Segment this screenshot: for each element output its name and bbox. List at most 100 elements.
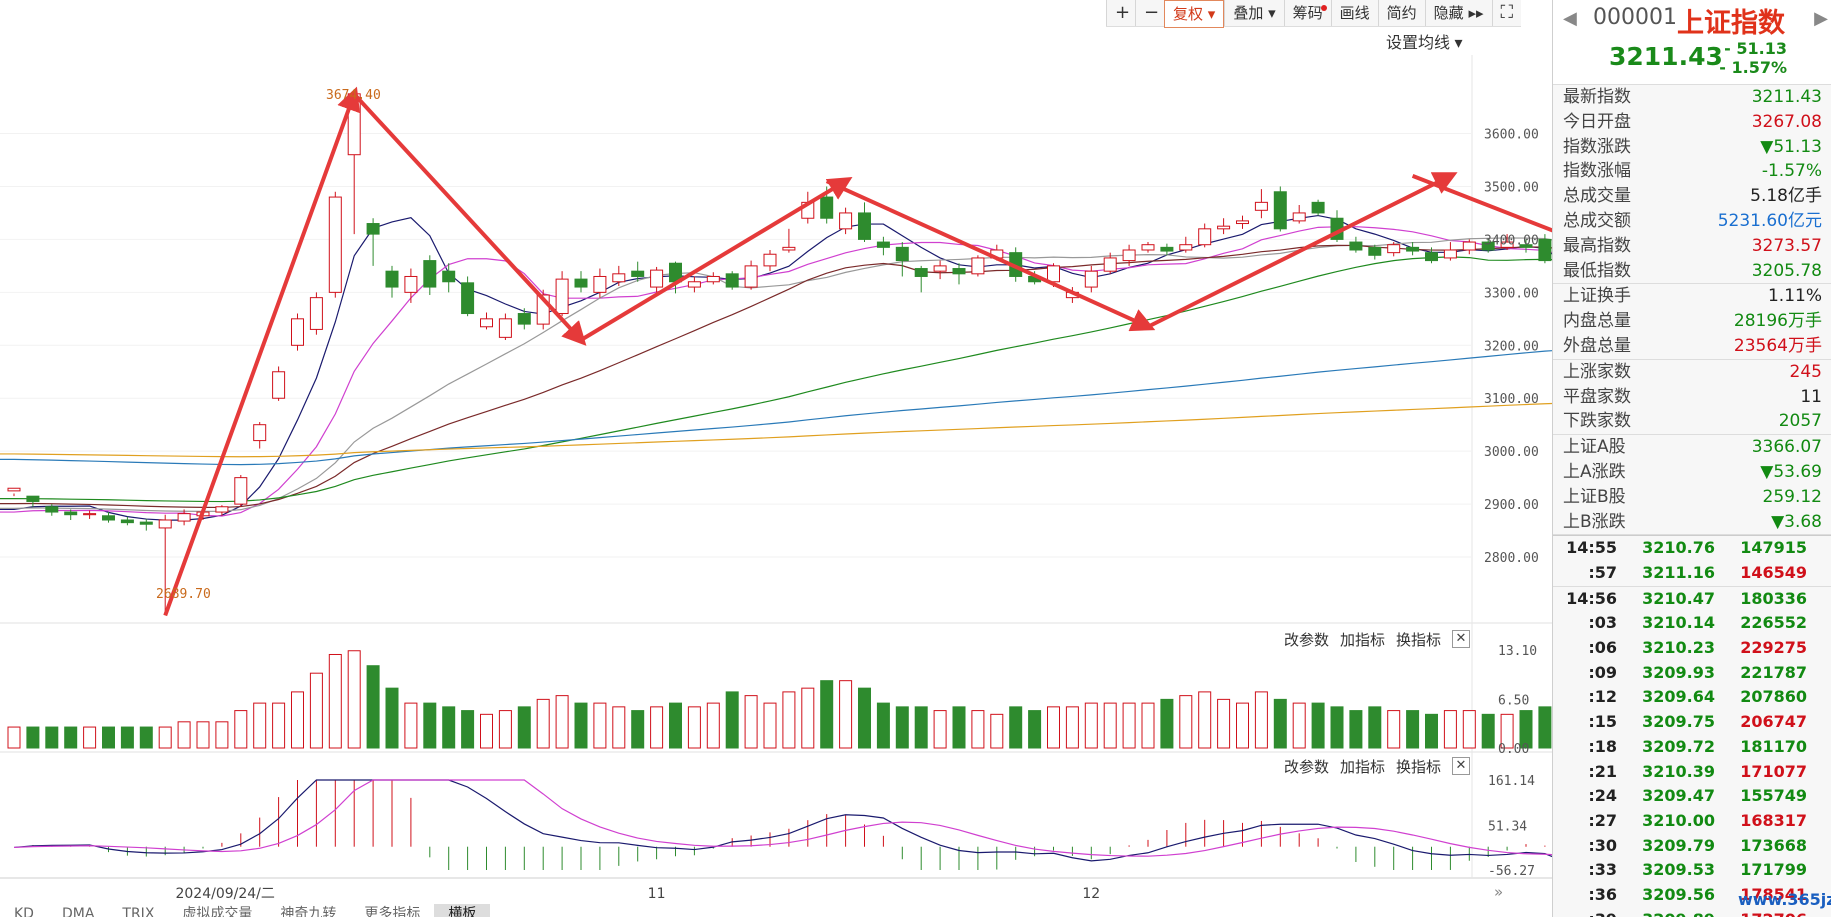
volume-bar	[26, 726, 40, 749]
current-price: 3211.43	[1609, 42, 1723, 71]
vol-close-icon[interactable]: ✕	[1452, 630, 1470, 648]
candle-body	[706, 275, 720, 283]
volume-bar	[177, 721, 191, 749]
candle-body	[858, 212, 871, 240]
volume-bar	[404, 702, 418, 749]
watermark: www.365jz.com	[1738, 890, 1831, 909]
candle-body	[971, 257, 985, 275]
tick-price: 3210.76	[1642, 538, 1715, 558]
tick-volume: 146549	[1740, 563, 1807, 583]
candle-body	[177, 513, 191, 522]
price-change: - 51.13 - 1.57%	[1717, 39, 1787, 77]
candle-body	[45, 506, 59, 513]
prev-stock-icon[interactable]: ◀	[1563, 8, 1577, 29]
volume-bar	[555, 695, 569, 749]
volume-bar	[612, 706, 626, 749]
tick-price: 3209.79	[1642, 835, 1715, 855]
change-value: - 51.13	[1724, 39, 1787, 58]
candle-body	[876, 241, 890, 248]
candle-body	[725, 273, 739, 288]
price-tick-label: 3200.00	[1484, 339, 1539, 354]
candle-body	[1292, 212, 1306, 222]
tick-list[interactable]: 14:55 3210.76 147915:57 3211.16 146549 14:56 3…	[1553, 535, 1831, 917]
vol-switch-indicator-button[interactable]: 换指标	[1396, 629, 1441, 650]
tick-volume: 181170	[1740, 736, 1807, 756]
macd-switch-indicator-button[interactable]: 换指标	[1396, 756, 1441, 777]
tab-dma[interactable]: DMA	[48, 904, 108, 917]
quote-row-label: 内盘总量	[1563, 311, 1631, 332]
vol-change-params-button[interactable]: 改参数	[1284, 629, 1329, 650]
macd-change-params-button[interactable]: 改参数	[1284, 756, 1329, 777]
volume-bar	[461, 710, 475, 749]
quote-row: 最低指数 3205.78	[1553, 259, 1831, 284]
quote-row-value: ▼51.13	[1760, 136, 1822, 157]
tick-price: 3211.16	[1642, 563, 1715, 583]
scroll-right-icon[interactable]: »	[1494, 883, 1503, 901]
tab-kd[interactable]: KD	[0, 904, 48, 917]
volume-bar	[385, 687, 399, 749]
stock-code: 000001	[1593, 5, 1677, 30]
candle-body	[1368, 246, 1382, 256]
quote-row: 今日开盘 3267.08	[1553, 110, 1831, 135]
candle-body	[574, 278, 588, 288]
candle-body	[234, 477, 248, 505]
kline-chart[interactable]: 设置均线 ▾ 3674.40 2689.70 3600.00 3500.00 340…	[0, 0, 1552, 917]
volume-bar	[1009, 706, 1023, 749]
volume-bar	[876, 702, 890, 749]
volume-bar	[1254, 691, 1268, 749]
quote-row: 指数涨幅 -1.57%	[1553, 159, 1831, 184]
quote-row: 上涨家数 245	[1553, 360, 1831, 385]
tick-price: 3210.00	[1642, 810, 1715, 830]
quote-row-value: 5231.60亿元	[1717, 210, 1822, 231]
quote-row-label: 指数涨跌	[1563, 136, 1631, 157]
quote-group: 最新指数 3211.43 今日开盘 3267.08 指数涨跌 ▼51.13 指数涨幅 -1.5…	[1553, 85, 1831, 285]
volume-bar	[517, 706, 531, 749]
volume-bar	[1387, 710, 1401, 749]
quote-header: ◀ 000001 上证指数 ▶ 3211.43 - 51.13 - 1.57%	[1553, 0, 1831, 85]
quote-row-label: 今日开盘	[1563, 111, 1631, 132]
candle-body	[291, 318, 304, 346]
next-stock-icon[interactable]: ▶	[1814, 8, 1828, 29]
quote-row: 上证换手 1.11%	[1553, 284, 1831, 309]
quote-row: 最高指数 3273.57	[1553, 234, 1831, 259]
tick-time: :03	[1588, 613, 1617, 633]
candle-body	[139, 521, 153, 525]
quote-row-value: ▼53.69	[1760, 461, 1822, 482]
volume-bar	[366, 665, 380, 749]
quote-row: 下跌家数 2057	[1553, 409, 1831, 434]
quote-stats: 最新指数 3211.43 今日开盘 3267.08 指数涨跌 ▼51.13 指数涨幅 -1.5…	[1553, 85, 1831, 536]
candle-body	[612, 273, 626, 283]
tab-more-indicators[interactable]: 更多指标	[350, 904, 434, 917]
candle-body	[272, 371, 286, 399]
quote-row: 上A涨跌 ▼53.69	[1553, 460, 1831, 485]
tick-volume: 207860	[1740, 687, 1807, 707]
candle-body	[480, 318, 493, 328]
macd-tick-label: 161.14	[1488, 774, 1535, 789]
macd-dea-line	[13, 779, 1552, 857]
candle-body	[1084, 270, 1098, 288]
volume-bar	[725, 691, 739, 749]
vol-add-indicator-button[interactable]: 加指标	[1340, 629, 1385, 650]
volume-bar	[272, 702, 286, 749]
tick-volume: 171077	[1740, 761, 1807, 781]
tab-magic-nine[interactable]: 神奇九转	[266, 904, 350, 917]
tab-horizontal[interactable]: 横板	[434, 904, 491, 917]
volume-bar	[1028, 710, 1042, 749]
candle-body	[895, 246, 909, 262]
ma-line	[0, 244, 1552, 509]
volume-bar	[139, 726, 153, 749]
quote-row-label: 总成交额	[1563, 210, 1631, 231]
macd-add-indicator-button[interactable]: 加指标	[1340, 756, 1385, 777]
tick-volume: 221787	[1740, 662, 1807, 682]
price-axis: 3600.00 3500.00 3400.00 3300.00 3200.00 3100.…	[1484, 128, 1539, 567]
volume-bar	[1065, 706, 1079, 749]
quote-row-label: 最低指数	[1563, 260, 1631, 281]
tick-row: :57 3211.16 146549	[1553, 561, 1831, 586]
tab-trix[interactable]: TRIX	[108, 904, 168, 917]
tick-time: :21	[1588, 761, 1617, 781]
setting-ma-label[interactable]: 设置均线 ▾	[1386, 34, 1462, 52]
macd-close-icon[interactable]: ✕	[1452, 757, 1470, 775]
tab-virtual-volume[interactable]: 虚拟成交量	[168, 904, 266, 917]
candle-body	[631, 270, 645, 277]
quote-row-label: 最高指数	[1563, 235, 1631, 256]
